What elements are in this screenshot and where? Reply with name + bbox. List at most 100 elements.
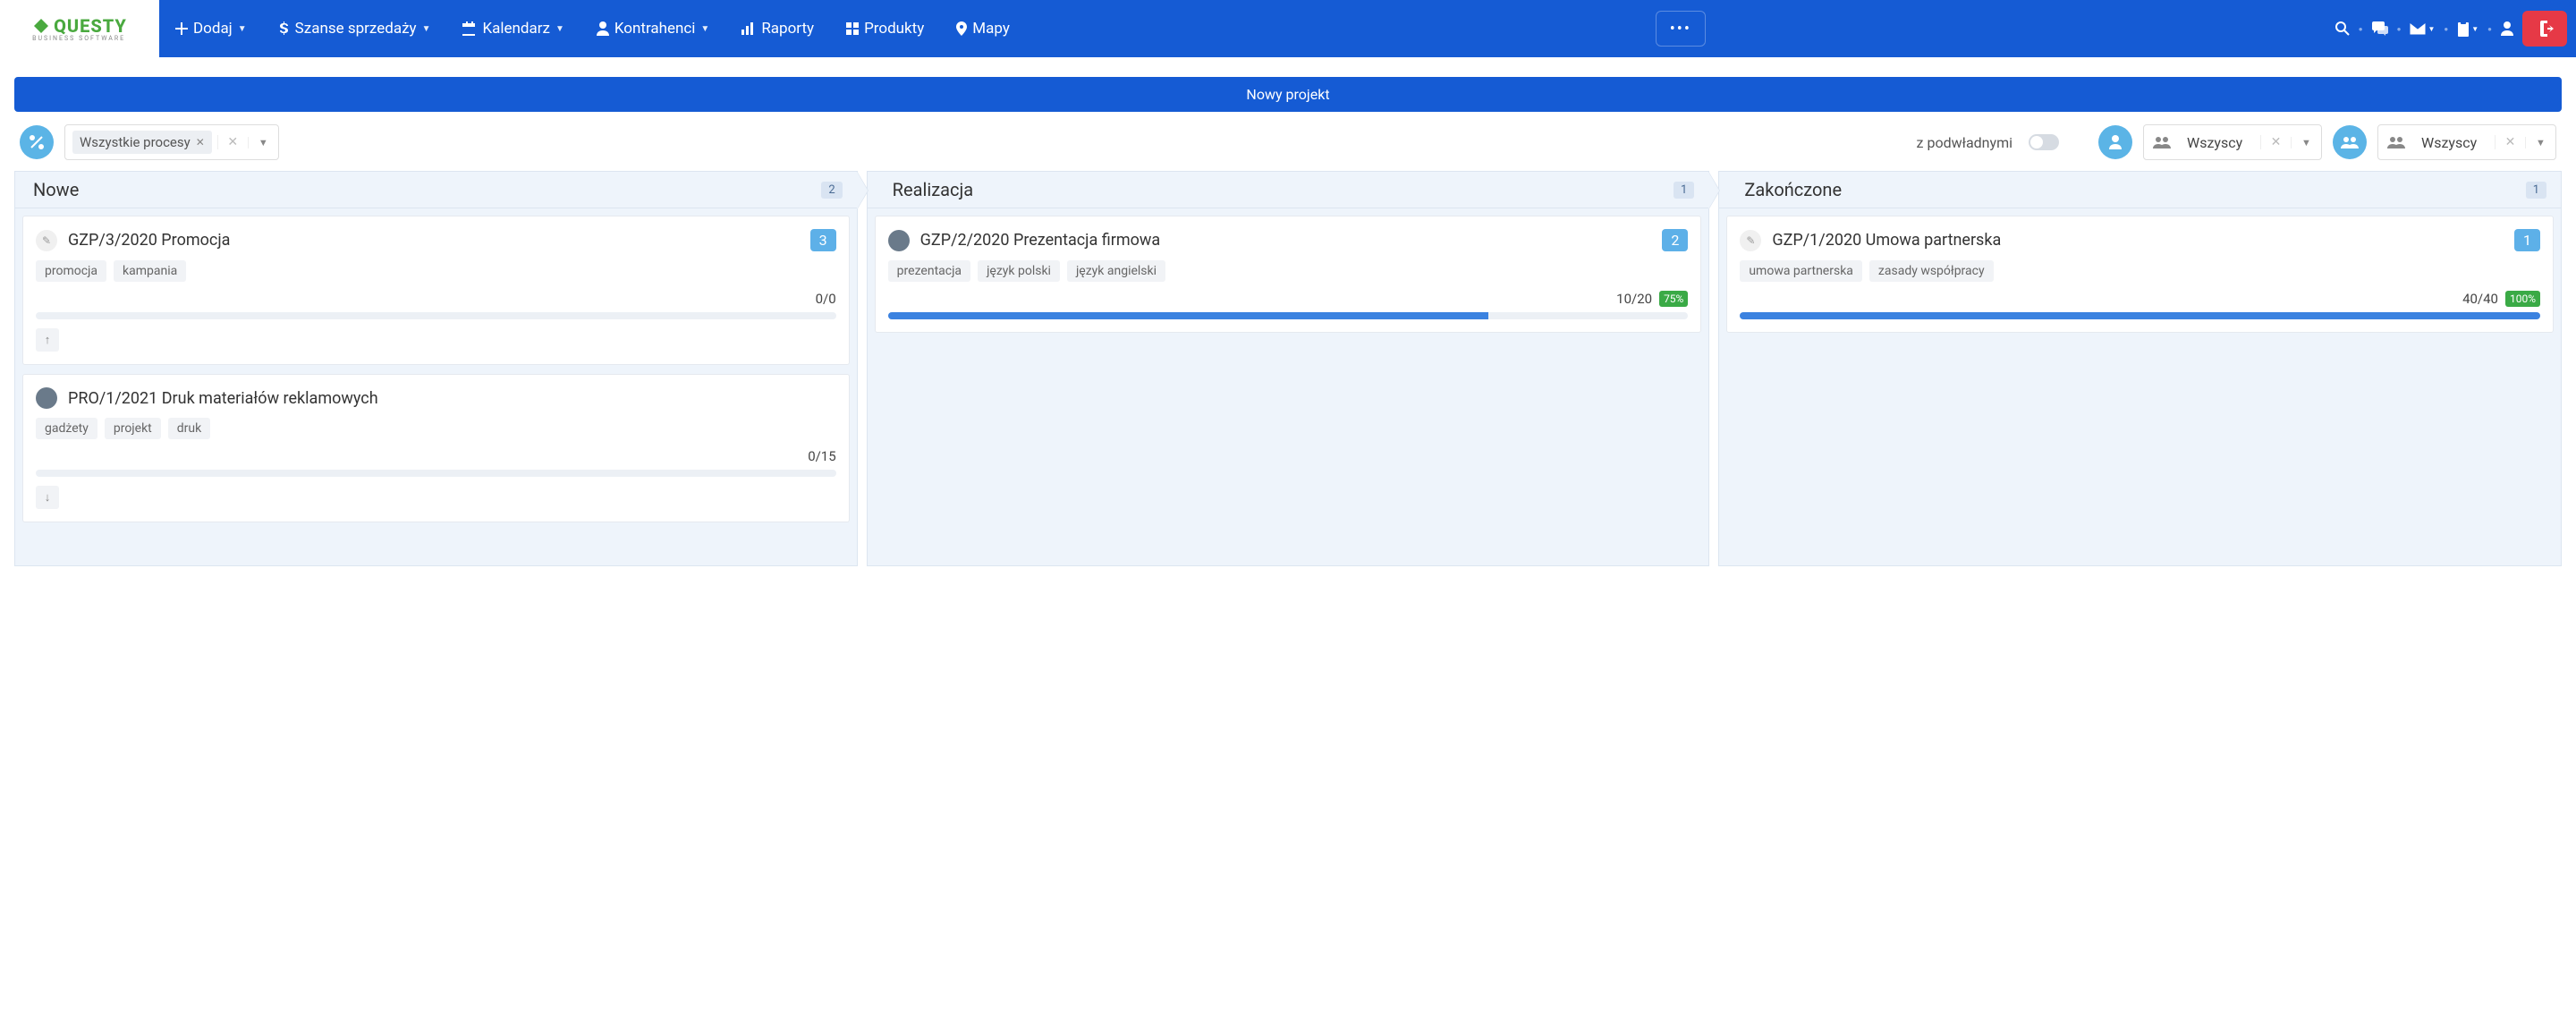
tag: język polski [978, 260, 1060, 282]
user-filter-button[interactable] [2098, 125, 2132, 159]
search-icon [2335, 21, 2350, 36]
process-select[interactable]: Wszystkie procesy ✕ ✕ ▼ [64, 124, 279, 160]
subordinates-label: z podwładnymi [1917, 134, 2012, 151]
progress-fill [1740, 312, 2540, 319]
project-card[interactable]: GZP/2/2020 Prezentacja firmowa2prezentac… [875, 216, 1702, 333]
nav-add[interactable]: Dodaj ▼ [159, 0, 263, 57]
card-ratio: 0/0 [816, 291, 836, 307]
nav-contractors[interactable]: Kontrahenci ▼ [580, 0, 725, 57]
grid-icon [846, 22, 859, 35]
avatar [36, 387, 57, 409]
mail-button[interactable]: ▼ [2410, 22, 2435, 35]
logo-text: QUESTY [54, 15, 127, 37]
project-card[interactable]: ✎GZP/1/2020 Umowa partnerska1umowa partn… [1726, 216, 2554, 333]
avatar: ✎ [1740, 230, 1761, 251]
progress-bar [36, 312, 836, 319]
column-header[interactable]: Realizacja1 [867, 171, 1710, 208]
tag-list: promocjakampania [36, 260, 836, 282]
clear-select-button[interactable]: ✕ [2495, 135, 2525, 149]
dollar-icon [279, 21, 290, 36]
column-header[interactable]: Nowe 2 [14, 171, 858, 208]
caret-down-icon[interactable]: ▼ [2525, 137, 2555, 148]
nav-opportunities[interactable]: Szanse sprzedaży ▼ [263, 0, 447, 57]
clipboard-icon [2457, 21, 2470, 37]
column-body: ✎GZP/1/2020 Umowa partnerska1umowa partn… [1718, 208, 2562, 566]
caret-down-icon: ▼ [555, 24, 564, 34]
kanban-column: Nowe2✎GZP/3/2020 Promocja3promocjakampan… [14, 171, 858, 566]
card-ratio: 10/20 [1616, 291, 1652, 307]
column-count-badge: 2 [821, 182, 842, 199]
tag-list: prezentacjajęzyk polskijęzyk angielski [888, 260, 1689, 282]
card-stats: 40/40100% [1740, 291, 2540, 307]
clipboard-button[interactable]: ▼ [2457, 21, 2479, 37]
card-title: GZP/1/2020 Umowa partnerska [1772, 231, 2504, 250]
remove-tag-button[interactable]: ✕ [196, 136, 205, 148]
logout-button[interactable] [2522, 11, 2567, 47]
arrow-down-button[interactable]: ↓ [36, 486, 59, 509]
percent-badge: 75% [1659, 291, 1688, 307]
progress-bar [1740, 312, 2540, 319]
card-badge: 2 [1662, 229, 1688, 251]
subordinates-toggle[interactable] [2029, 134, 2059, 150]
tag: umowa partnerska [1740, 260, 1862, 282]
card-stats: 0/0 [36, 291, 836, 307]
chat-button[interactable] [2372, 21, 2388, 36]
caret-down-icon: ▼ [2471, 25, 2479, 33]
column-header[interactable]: Zakończone1 [1718, 171, 2562, 208]
tag: kampania [114, 260, 186, 282]
caret-down-icon: ▼ [2428, 25, 2435, 33]
pin-icon [956, 21, 967, 36]
arrow-up-button[interactable]: ↑ [36, 328, 59, 352]
tag: gadżety [36, 418, 97, 439]
chart-icon [741, 22, 756, 35]
plus-icon [175, 22, 188, 35]
tag: projekt [105, 418, 161, 439]
card-stats: 0/15 [36, 448, 836, 464]
column-title: Nowe [33, 179, 79, 200]
nav-maps[interactable]: Mapy [940, 0, 1026, 57]
group-select[interactable]: Wszyscy ✕ ▼ [2377, 124, 2556, 160]
logo-icon [32, 17, 50, 35]
process-tag: Wszystkie procesy ✕ [72, 131, 212, 154]
caret-down-icon[interactable]: ▼ [248, 137, 278, 148]
process-filter-button[interactable] [20, 125, 54, 159]
kanban-column: Zakończone1 ✎ GZP/1/2020 Umowa partnerska 1… [1718, 171, 2562, 566]
project-card[interactable]: PRO/1/2021 Druk materiałów reklamowych ga… [22, 374, 850, 522]
logo[interactable]: QUESTY BUSINESS SOFTWARE [0, 0, 159, 57]
logo-subtitle: BUSINESS SOFTWARE [32, 35, 127, 42]
card-title: PRO/1/2021 Druk materiałów reklamowych [68, 389, 836, 408]
caret-down-icon[interactable]: ▼ [2291, 137, 2321, 148]
tag: język angielski [1067, 260, 1165, 282]
user-select[interactable]: Wszyscy ✕ ▼ [2143, 124, 2322, 160]
new-project-button[interactable]: Nowy projekt [14, 77, 2562, 112]
tag-list: umowa partnerska zasady współpracy [1740, 260, 2540, 282]
nav-products[interactable]: Produkty [830, 0, 940, 57]
tag: zasady współpracy [1869, 260, 1994, 282]
clear-select-button[interactable]: ✕ [2260, 135, 2291, 149]
group-filter-button[interactable] [2333, 125, 2367, 159]
progress-fill [888, 312, 1488, 319]
column-count-badge: 1 [2526, 182, 2546, 199]
clear-select-button[interactable]: ✕ [217, 135, 248, 149]
profile-button[interactable] [2501, 21, 2513, 36]
nav-calendar[interactable]: Kalendarz ▼ [446, 0, 580, 57]
caret-down-icon: ▼ [700, 24, 709, 34]
column-count-badge: 1 [1674, 182, 1694, 199]
card-stats: 10/20 75% [888, 291, 1689, 307]
caret-down-icon: ▼ [238, 24, 247, 34]
column-body: ✎GZP/3/2020 Promocja3promocjakampania0/0… [14, 208, 858, 566]
progress-bar [36, 470, 836, 477]
progress-bar [888, 312, 1689, 319]
kanban-board: Nowe2✎GZP/3/2020 Promocja3promocjakampan… [0, 171, 2576, 584]
nav-right: ● ● ▼ ● ▼ ● [2335, 11, 2576, 47]
percent-badge: 100% [2505, 291, 2540, 307]
nav-reports[interactable]: Raporty [725, 0, 830, 57]
project-card[interactable]: ✎GZP/3/2020 Promocja3promocjakampania0/0… [22, 216, 850, 365]
card-title: GZP/3/2020 Promocja [68, 231, 800, 250]
tag-list: gadżetyprojektdruk [36, 418, 836, 439]
search-button[interactable] [2335, 21, 2350, 36]
filter-row: Wszystkie procesy ✕ ✕ ▼ z podwładnymi Ws… [0, 124, 2576, 171]
avatar [888, 230, 910, 251]
users-icon [2378, 136, 2414, 148]
nav-more-button[interactable]: ••• [1656, 11, 1706, 47]
